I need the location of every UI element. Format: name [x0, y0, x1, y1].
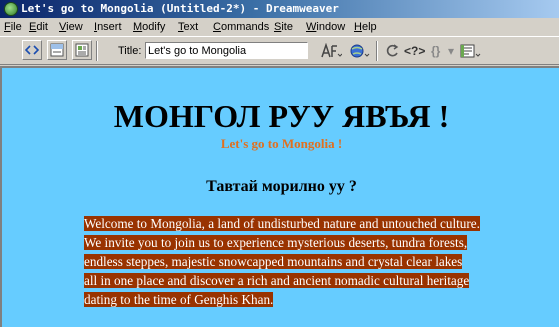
file-management-icon[interactable]: [320, 42, 343, 60]
menu-modify[interactable]: Modify: [133, 20, 165, 34]
window-title-bar[interactable]: Let's go to Mongolia (Untitled-2*) - Dre…: [0, 0, 559, 18]
page-heading: МОНГОЛ РУУ ЯВЪЯ !: [113, 98, 450, 134]
menu-window[interactable]: Window: [306, 20, 345, 34]
paragraph-line: We invite you to join us to experience m…: [84, 235, 468, 250]
paragraph-line: dating to the time of Genghis Khan.: [84, 292, 274, 307]
refresh-icon[interactable]: [385, 42, 399, 60]
preview-in-browser-icon[interactable]: [349, 42, 371, 60]
page-subheading: Let's go to Mongolia !: [220, 136, 343, 151]
split-view-button[interactable]: [47, 40, 67, 60]
code-navigation-icon[interactable]: <?>: [404, 42, 425, 60]
page-title-input[interactable]: [145, 42, 308, 59]
design-view-button[interactable]: [72, 40, 92, 60]
code-view-button[interactable]: [22, 40, 42, 60]
paragraph-line: all in one place and discover a rich and…: [84, 273, 470, 288]
menu-insert[interactable]: Insert: [94, 20, 122, 34]
intro-paragraph: Welcome to Mongolia, a land of undisturb…: [84, 214, 550, 309]
toolbar-separator: [376, 41, 378, 61]
code-view-icon: [25, 45, 39, 55]
window-title: Let's go to Mongolia (Untitled-2*) - Dre…: [21, 2, 339, 15]
menu-help[interactable]: Help: [354, 20, 377, 34]
document-toolbar: Title: <?> {} ▾: [0, 37, 559, 65]
braces-dropdown-arrow[interactable]: ▾: [448, 42, 454, 60]
title-label: Title:: [118, 45, 142, 57]
toolbar-separator: [96, 41, 98, 61]
braces-icon[interactable]: {}: [431, 42, 440, 60]
paragraph-line: endless steppes, majestic snowcapped mou…: [84, 254, 463, 269]
design-view-icon: [75, 43, 89, 57]
paragraph-line: Welcome to Mongolia, a land of undisturb…: [84, 216, 480, 231]
welcome-question: Тавтай морилно уу ?: [206, 178, 357, 195]
menu-text[interactable]: Text: [178, 20, 198, 34]
split-view-icon: [50, 43, 64, 57]
document-design-view[interactable]: МОНГОЛ РУУ ЯВЪЯ ! Let's go to Mongolia !…: [0, 66, 559, 327]
dreamweaver-app-icon: [4, 2, 18, 16]
menu-site[interactable]: Site: [274, 20, 293, 34]
menu-edit[interactable]: Edit: [29, 20, 48, 34]
menu-file[interactable]: File: [4, 20, 22, 34]
view-options-icon[interactable]: [460, 42, 482, 60]
menu-bar: File Edit View Insert Modify Text Comman…: [0, 18, 559, 37]
menu-commands[interactable]: Commands: [213, 20, 269, 34]
menu-view[interactable]: View: [59, 20, 83, 34]
